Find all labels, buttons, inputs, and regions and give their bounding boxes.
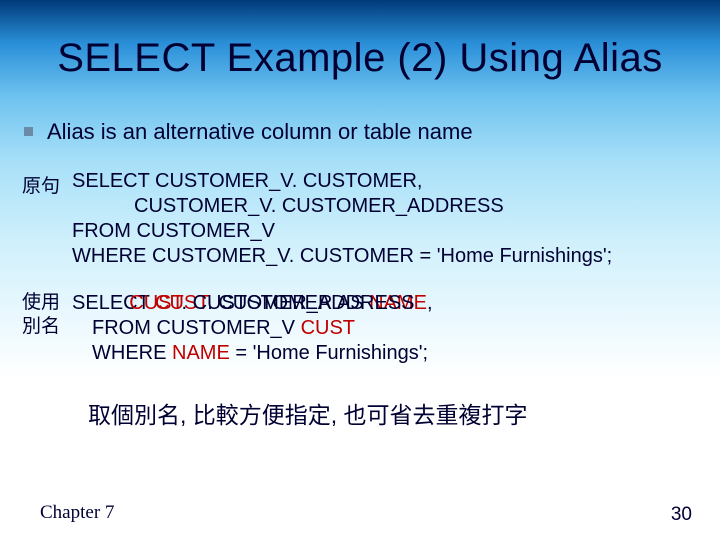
bullet-text: Alias is an alternative column or table … <box>47 119 473 145</box>
sql-text: WHERE <box>92 342 172 364</box>
alias-keyword: NAME <box>172 342 230 364</box>
block2-label: 使用 別名 <box>22 291 60 339</box>
alias-keyword: CUST <box>129 292 181 314</box>
sql-text: = 'Home Furnishings'; <box>230 342 428 364</box>
sql-line: SELECT CUST. CUSTOMER AS NAME, CUST. CUS… <box>72 291 432 316</box>
alias-keyword: CUST <box>301 317 355 339</box>
sql-line: CUSTOMER_V. CUSTOMER_ADDRESS <box>72 194 612 219</box>
sql-overflow-text: CUST. CUSTOMER_ADDRESS <box>129 291 414 316</box>
original-sql-block: 原句 SELECT CUSTOMER_V. CUSTOMER, CUSTOMER… <box>22 169 720 269</box>
alias-sql-block: 使用 別名 SELECT CUST. CUSTOMER AS NAME, CUS… <box>22 291 720 366</box>
block2-label-line1: 使用 <box>22 291 60 315</box>
bullet-square-icon <box>24 127 33 136</box>
bullet-item: Alias is an alternative column or table … <box>24 119 720 145</box>
sql-line: SELECT CUSTOMER_V. CUSTOMER, <box>72 169 612 194</box>
block1-sql: SELECT CUSTOMER_V. CUSTOMER, CUSTOMER_V.… <box>72 169 612 269</box>
block1-label: 原句 <box>22 171 60 198</box>
sql-text: , <box>427 292 433 314</box>
sql-line: WHERE NAME = 'Home Furnishings'; <box>72 341 432 366</box>
block2-label-line2: 別名 <box>22 315 60 339</box>
page-number: 30 <box>671 504 692 526</box>
footnote-text: 取個別名, 比較方便指定, 也可省去重複打字 <box>88 396 720 430</box>
sql-text: . CUSTOMER_ADDRESS <box>181 292 414 314</box>
block2-sql: SELECT CUST. CUSTOMER AS NAME, CUST. CUS… <box>72 291 432 366</box>
sql-text: FROM CUSTOMER_V <box>92 317 301 339</box>
sql-line: FROM CUSTOMER_V <box>72 219 612 244</box>
sql-line: FROM CUSTOMER_V CUST <box>72 316 432 341</box>
chapter-label: Chapter 7 <box>40 502 114 524</box>
sql-line: WHERE CUSTOMER_V. CUSTOMER = 'Home Furni… <box>72 244 612 269</box>
slide-title: SELECT Example (2) Using Alias <box>0 0 720 81</box>
